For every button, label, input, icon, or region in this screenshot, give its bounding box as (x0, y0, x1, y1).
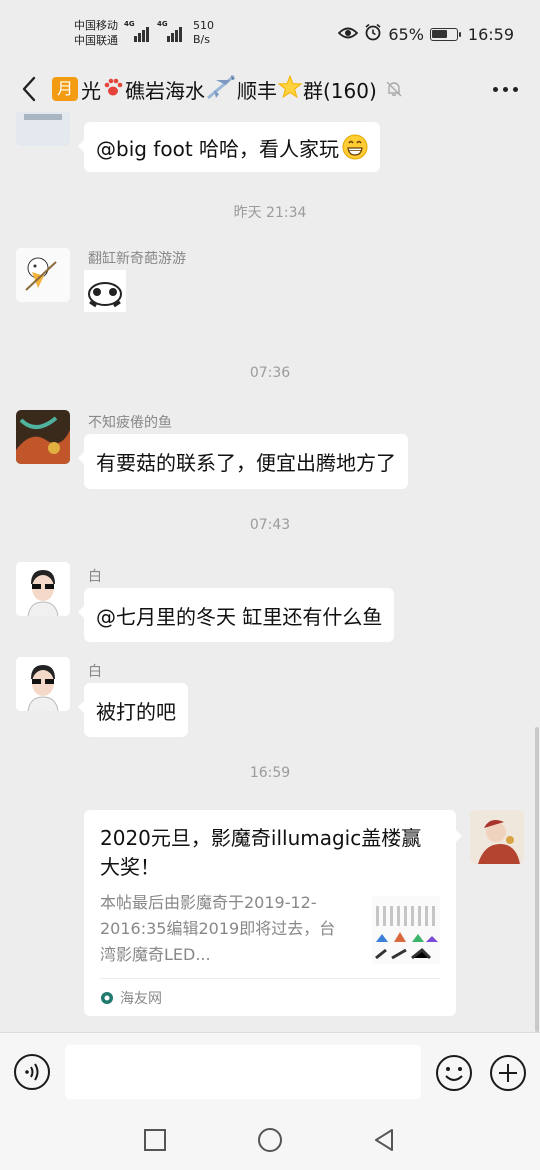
battery-percent: 65% (388, 24, 424, 44)
airplane-icon (206, 74, 236, 105)
message-bubble[interactable]: 被打的吧 (78, 683, 188, 737)
circle-icon (258, 1128, 282, 1152)
title-part-4: 群(160) (303, 78, 377, 103)
avatar[interactable] (16, 410, 70, 464)
network-speed-unit: B/s (193, 33, 210, 46)
plus-icon (490, 1055, 526, 1091)
alarm-icon (364, 23, 382, 45)
message-text: @七月里的冬天 缸里还有什么鱼 (96, 604, 383, 629)
home-button[interactable] (255, 1125, 285, 1155)
system-nav-bar (0, 1112, 540, 1170)
clock: 16:59 (467, 24, 514, 44)
link-card-source-text: 海友网 (120, 991, 162, 1007)
signal-2-icon: 4G (157, 20, 182, 42)
chat-scrollbar[interactable] (535, 727, 539, 1032)
star-icon (277, 74, 303, 104)
emoji-icon (436, 1055, 472, 1091)
link-card-divider (100, 978, 440, 979)
chat-header: 月 光 礁岩海水 顺丰 群(160) (0, 66, 540, 112)
title-part-2: 礁岩海水 (125, 78, 205, 103)
network-speed-value: 510 (193, 19, 214, 32)
timestamp: 16:59 (249, 765, 291, 781)
link-card-thumbnail (372, 896, 440, 964)
triangle-back-icon (375, 1129, 393, 1151)
carrier-1: 中国移动 (74, 19, 118, 32)
title-badge: 月 (52, 77, 78, 101)
voice-icon (14, 1054, 50, 1090)
timestamp: 昨天 21:34 (233, 205, 307, 221)
chat-area[interactable]: @big foot 哈哈，看人家玩 昨天 21:34 翻缸新奇葩游游 07:36… (0, 112, 540, 1032)
chat-title[interactable]: 月 光 礁岩海水 顺丰 群(160) (52, 74, 403, 104)
sender-name: 白 (88, 664, 102, 680)
title-part-1: 光 (81, 78, 101, 103)
emoji-button[interactable] (434, 1053, 474, 1093)
eye-icon (338, 25, 359, 44)
message-text: @big foot 哈哈，看人家玩 (96, 136, 340, 161)
input-bar (0, 1032, 540, 1112)
back-nav-button[interactable] (370, 1125, 400, 1155)
bell-off-icon (385, 80, 403, 98)
link-card-title: 2020元旦，影魔奇illumagic盖楼赢大奖！ (100, 826, 422, 879)
my-avatar[interactable] (470, 810, 524, 864)
signal-1-icon: 4G (124, 20, 149, 42)
sticker-image[interactable] (84, 270, 126, 312)
chevron-left-icon (22, 76, 36, 102)
message-bubble[interactable]: @big foot 哈哈，看人家玩 (77, 122, 381, 172)
status-bar: 中国移动 中国联通 4G 4G 510 B/s 65% 16:59 (0, 0, 540, 66)
link-card-description: 本帖最后由影魔奇于2019-12-2016:35编辑2019即将过去，台湾影魔奇… (100, 893, 336, 964)
avatar[interactable] (16, 657, 70, 711)
network-2-label: 4G (157, 20, 168, 28)
network-speed: 510 B/s (193, 19, 214, 47)
title-part-3: 顺丰 (237, 78, 277, 103)
sender-name: 不知疲倦的鱼 (88, 415, 172, 431)
recent-apps-button[interactable] (140, 1125, 170, 1155)
avatar[interactable] (16, 562, 70, 616)
sender-name: 翻缸新奇葩游游 (88, 251, 186, 267)
paw-icon (102, 76, 124, 103)
battery-icon (429, 27, 461, 41)
message-text: 被打的吧 (96, 699, 176, 724)
carrier-names: 中国移动 中国联通 (74, 18, 118, 48)
grinning-emoji-icon (342, 134, 368, 160)
status-right: 65% 16:59 (338, 22, 514, 46)
timestamp: 07:36 (249, 365, 291, 381)
link-card[interactable]: 2020元旦，影魔奇illumagic盖楼赢大奖！ 本帖最后由影魔奇于2019-… (84, 810, 462, 1016)
carrier-2: 中国联通 (74, 34, 118, 47)
back-button[interactable] (14, 74, 44, 104)
link-card-source: 海友网 (100, 988, 162, 1008)
source-logo-icon (101, 992, 113, 1004)
avatar[interactable] (16, 248, 70, 302)
message-bubble[interactable]: 有要菇的联系了，便宜出腾地方了 (78, 434, 408, 489)
avatar[interactable] (16, 112, 70, 146)
voice-button[interactable] (13, 1053, 51, 1091)
more-dots-icon (493, 86, 498, 92)
message-text: 有要菇的联系了，便宜出腾地方了 (96, 451, 396, 475)
plus-button[interactable] (488, 1053, 528, 1093)
more-button[interactable] (493, 76, 518, 102)
network-1-label: 4G (124, 20, 135, 28)
square-icon (144, 1129, 166, 1151)
message-bubble[interactable]: @七月里的冬天 缸里还有什么鱼 (77, 588, 395, 642)
message-input[interactable] (65, 1045, 421, 1099)
sender-name: 白 (88, 569, 102, 585)
timestamp: 07:43 (249, 517, 291, 533)
